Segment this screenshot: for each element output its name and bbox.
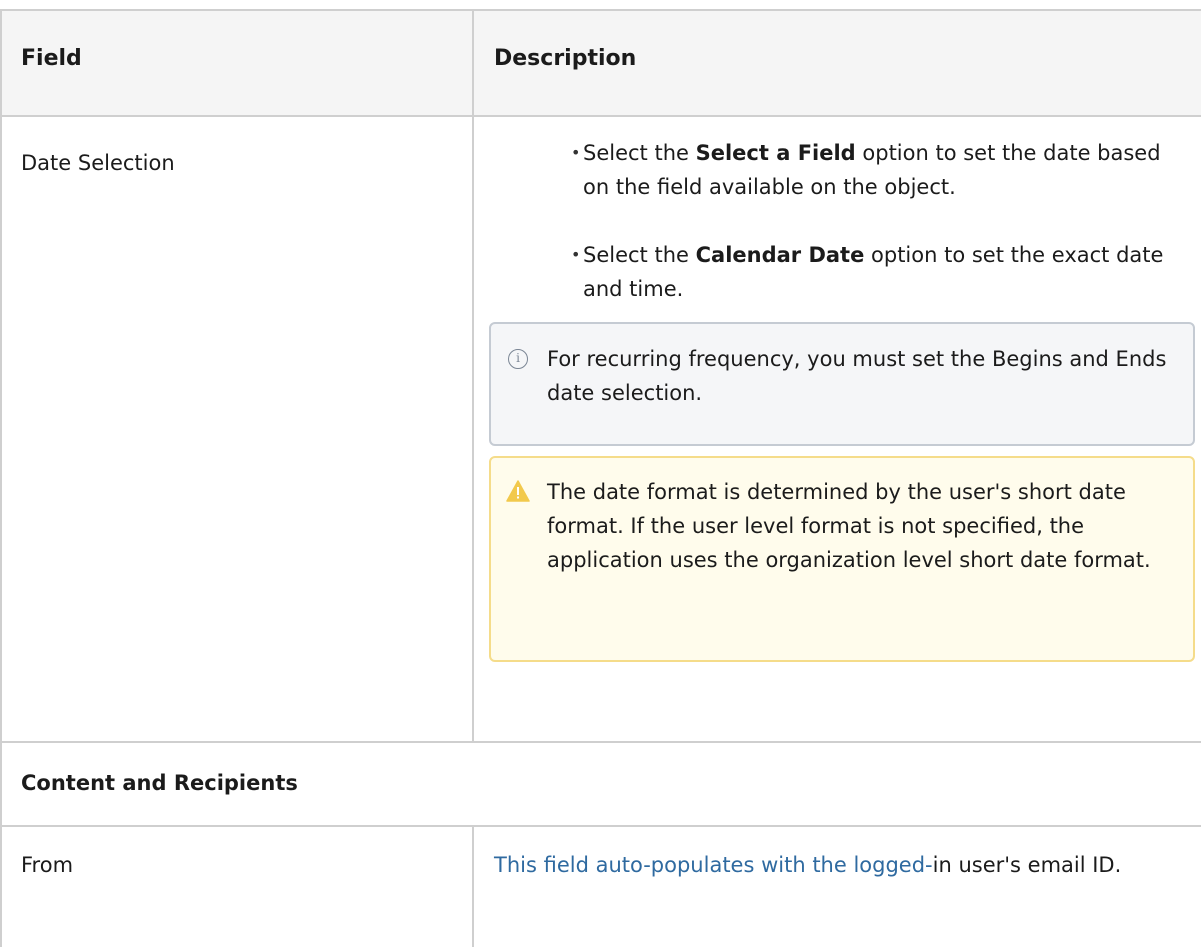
- field-date-selection: Date Selection: [21, 151, 175, 175]
- option-select-a-field: Select a Field: [695, 141, 856, 165]
- table-border-left: [0, 9, 2, 947]
- list-item: • Select the Calendar Date option to set…: [571, 243, 1164, 301]
- field-from: From: [21, 853, 74, 877]
- info-icon: i: [508, 349, 528, 369]
- warning-icon: [506, 480, 530, 502]
- column-divider: [472, 825, 474, 947]
- warning-note: The date format is determined by the use…: [489, 456, 1195, 662]
- info-note: i For recurring frequency, you must set …: [489, 322, 1195, 446]
- header-field: Field: [21, 46, 82, 71]
- table-border-top: [0, 9, 1201, 11]
- date-selection-options: • Select the Select a Field option to se…: [571, 136, 1183, 306]
- info-note-text: For recurring frequency, you must set th…: [547, 347, 1167, 405]
- list-item: • Select the Select a Field option to se…: [571, 141, 1161, 199]
- table-divider: [0, 825, 1201, 827]
- auto-populate-link[interactable]: This field auto-populates with the logge…: [494, 853, 933, 877]
- table-divider: [0, 115, 1201, 117]
- warning-note-text: The date format is determined by the use…: [547, 480, 1151, 572]
- column-divider: [472, 9, 474, 742]
- from-description: This field auto-populates with the logge…: [494, 853, 1122, 877]
- section-content-and-recipients: Content and Recipients: [21, 771, 298, 795]
- header-description: Description: [494, 46, 637, 71]
- doc-table: Field Description Date Selection • Selec…: [0, 0, 1201, 947]
- option-calendar-date: Calendar Date: [695, 243, 865, 267]
- table-divider: [0, 741, 1201, 743]
